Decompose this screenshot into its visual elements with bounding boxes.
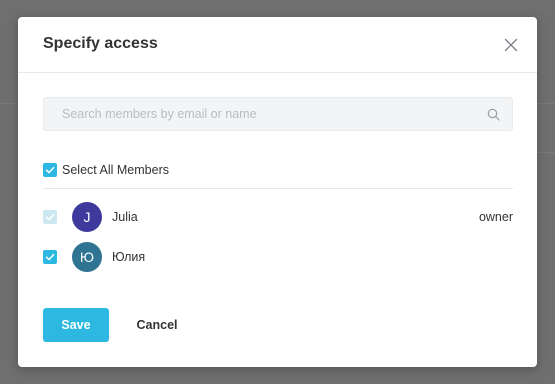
dialog-header: Specify access (18, 17, 537, 73)
avatar: J (72, 202, 102, 232)
avatar: Ю (72, 242, 102, 272)
member-row-yulia: Ю Юлия (43, 242, 513, 274)
search-icon (487, 108, 500, 121)
dialog-title: Specify access (43, 35, 158, 52)
member-role: owner (478, 210, 513, 224)
member-checkbox[interactable] (43, 250, 57, 264)
select-all-checkbox[interactable] (43, 163, 57, 177)
save-button[interactable]: Save (43, 308, 109, 342)
select-all-label: Select All Members (62, 163, 169, 177)
member-checkbox (43, 210, 57, 224)
member-row-julia: J Julia owner (43, 202, 513, 234)
member-search (43, 97, 513, 131)
member-name: Julia (112, 210, 138, 224)
specify-access-dialog: Specify access Select All Members J Jul (18, 17, 537, 367)
member-name: Юлия (112, 250, 146, 264)
check-icon (45, 253, 55, 261)
check-icon (45, 213, 55, 221)
background-divider (537, 103, 555, 104)
check-icon (45, 166, 55, 174)
close-button[interactable] (503, 37, 519, 53)
search-input[interactable] (44, 98, 484, 130)
cancel-button[interactable]: Cancel (124, 308, 190, 342)
select-all-row: Select All Members (43, 162, 513, 189)
background-divider (537, 152, 555, 153)
background-divider (0, 103, 18, 104)
close-icon (504, 38, 518, 52)
